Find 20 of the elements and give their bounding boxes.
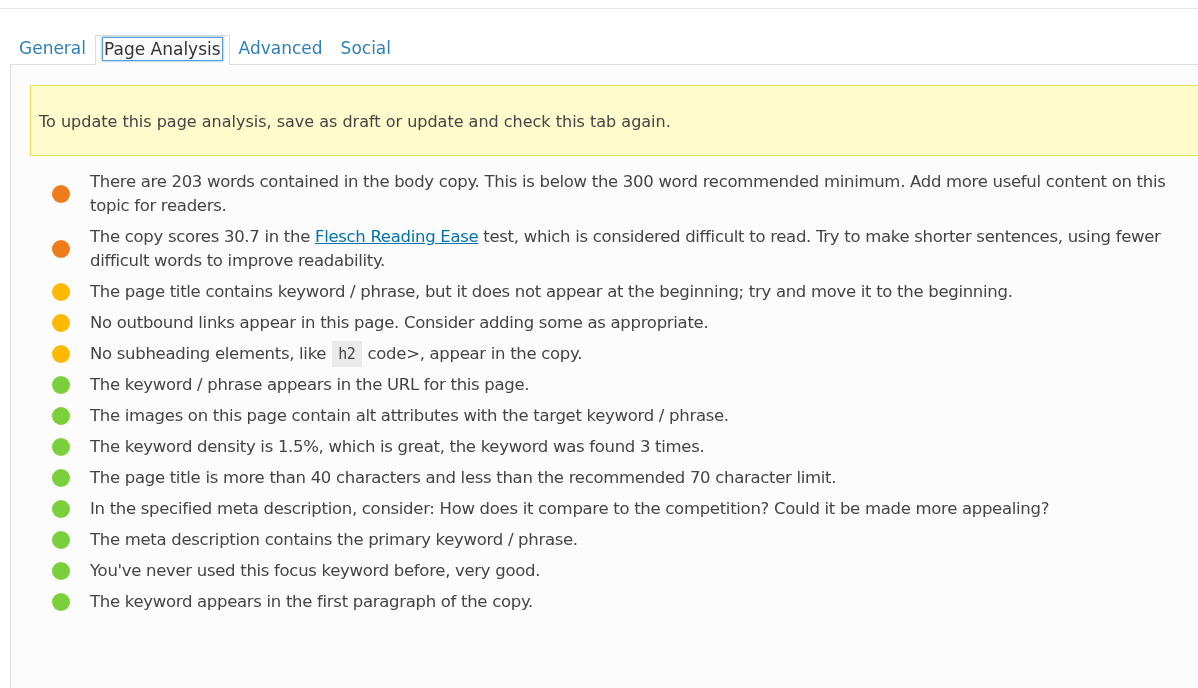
analysis-result: No outbound links appear in this page. Consider adding some as appropriate. [90, 312, 709, 334]
analysis-result: The images on this page contain alt attributes with the target keyword / phrase. [90, 405, 729, 427]
analysis-result: The meta description contains the primary keyword / phrase. [90, 529, 578, 551]
analysis-result: The keyword density is 1.5%, which is great, the keyword was found 3 times. [90, 436, 705, 458]
inline-code: h2 [332, 341, 362, 367]
analysis-result: In the specified meta description, consider: How does it compare to the competition? Could it be made more appealing? [90, 498, 1050, 520]
flesch-link[interactable]: Flesch Reading Ease [314, 227, 479, 246]
analysis-result: The copy scores 30.7 in the Flesch Reading Ease test, which is considered difficult to read. Try to make shorter sentences, using fewer difficult words to improve readability. [90, 226, 1162, 272]
analysis-result: The page title is more than 40 characters and less than the recommended 70 character limit. [90, 467, 837, 489]
tab[interactable]: Page Analysis [95, 35, 230, 65]
tab[interactable]: Advanced [229, 31, 332, 64]
analysis-result: No subheading elements, like h2 code>, appear in the copy. [90, 342, 583, 366]
analysis-result: The keyword appears in the first paragraph of the copy. [90, 591, 533, 613]
analysis-result: There are 203 words contained in the body copy. This is below the 300 word recommended minimum. Add more useful content on this topic for readers. [90, 171, 1167, 217]
analysis-result: The keyword / phrase appears in the URL for this page. [90, 374, 530, 396]
tab[interactable]: Social [331, 31, 400, 64]
tab[interactable]: General [10, 31, 95, 64]
analysis-result: The page title contains keyword / phrase, but it does not appear at the beginning; try and move it to the beginning. [90, 281, 1013, 303]
analysis-result: You've never used this focus keyword before, very good. [90, 560, 541, 582]
notice-message: To update this page analysis, save as draft or update and check this tab again. [30, 85, 1198, 156]
